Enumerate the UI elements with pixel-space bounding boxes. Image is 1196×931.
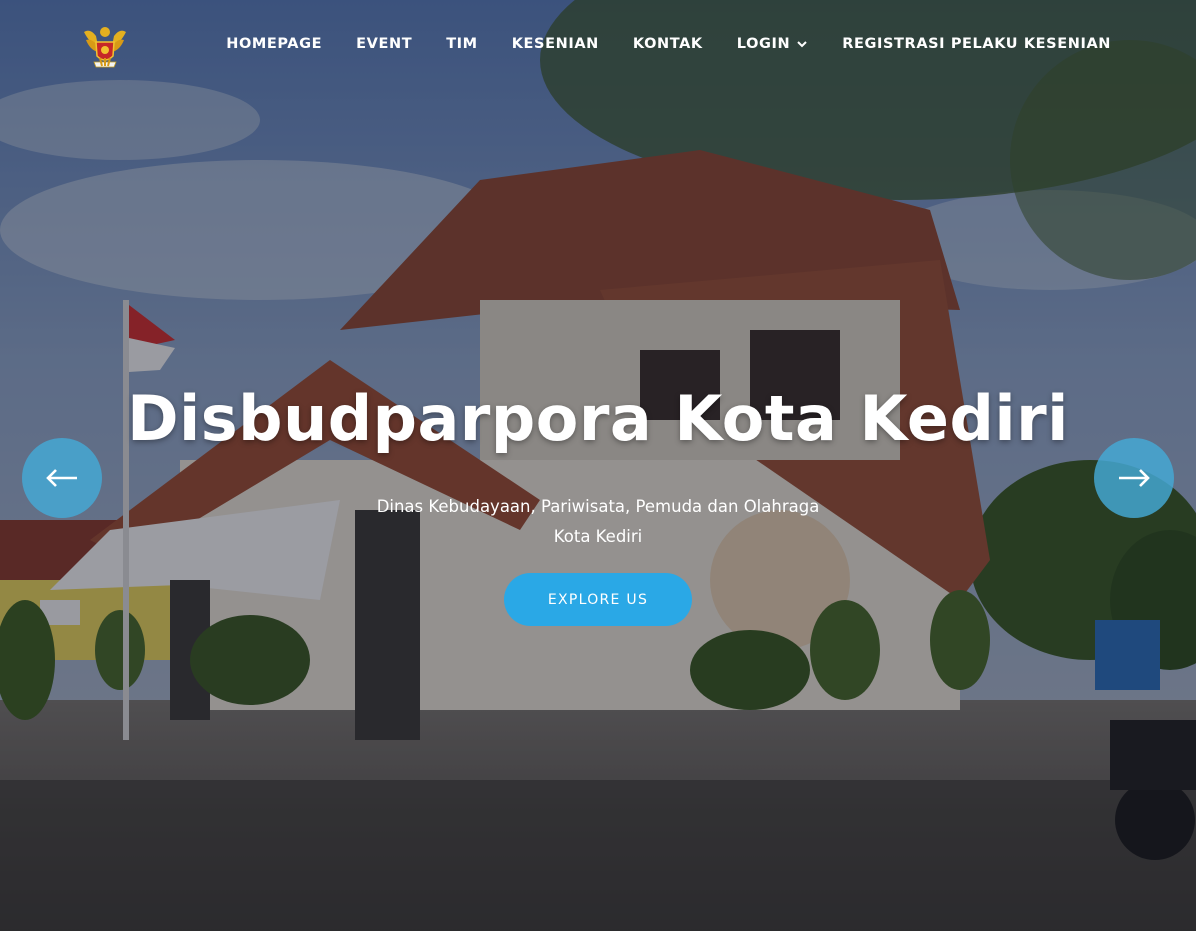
nav-kontak[interactable]: KONTAK [633, 36, 703, 52]
nav-event[interactable]: EVENT [356, 36, 412, 52]
main-navigation: HOMEPAGE EVENT TIM KESENIAN KONTAK LOGIN [226, 36, 1111, 52]
nav-homepage[interactable]: HOMEPAGE [226, 36, 322, 52]
nav-event-label: EVENT [356, 36, 413, 52]
slider-next-button[interactable] [1094, 438, 1174, 518]
nav-registrasi-label: REGISTRASI PELAKU KESENIAN [842, 36, 1111, 52]
nav-homepage-label: HOMEPAGE [226, 36, 323, 52]
nav-login-dropdown[interactable]: LOGIN [737, 36, 808, 52]
nav-kontak-label: KONTAK [632, 36, 703, 52]
nav-tim[interactable]: TIM [446, 36, 478, 52]
chevron-down-icon [797, 41, 807, 48]
nav-kesenian[interactable]: KESENIAN [512, 36, 599, 52]
nav-tim-label: TIM [446, 36, 478, 52]
hero-subtitle-line2: Kota Kediri [553, 527, 643, 546]
hero-subtitle-line1: Dinas Kebudayaan, Pariwisata, Pemuda dan… [376, 497, 820, 516]
nav-registrasi-pelaku-kesenian[interactable]: REGISTRASI PELAKU KESENIAN [842, 36, 1111, 52]
hero-dark-overlay [0, 0, 1196, 931]
garuda-emblem-icon[interactable] [80, 22, 130, 72]
slider-prev-button[interactable] [22, 438, 102, 518]
hero-title: Disbudparpora Kota Kediri [127, 382, 1069, 455]
nav-login-label: LOGIN [736, 36, 791, 52]
hero-section: HOMEPAGE EVENT TIM KESENIAN KONTAK LOGIN [0, 0, 1196, 931]
hero-subtitle: Dinas Kebudayaan, Pariwisata, Pemuda dan… [0, 492, 1196, 552]
explore-us-button[interactable]: EXPLORE US [504, 573, 692, 626]
site-header: HOMEPAGE EVENT TIM KESENIAN KONTAK LOGIN [0, 0, 1196, 95]
arrow-right-icon [1119, 469, 1150, 487]
nav-kesenian-label: KESENIAN [511, 36, 599, 52]
arrow-left-icon [46, 469, 77, 487]
